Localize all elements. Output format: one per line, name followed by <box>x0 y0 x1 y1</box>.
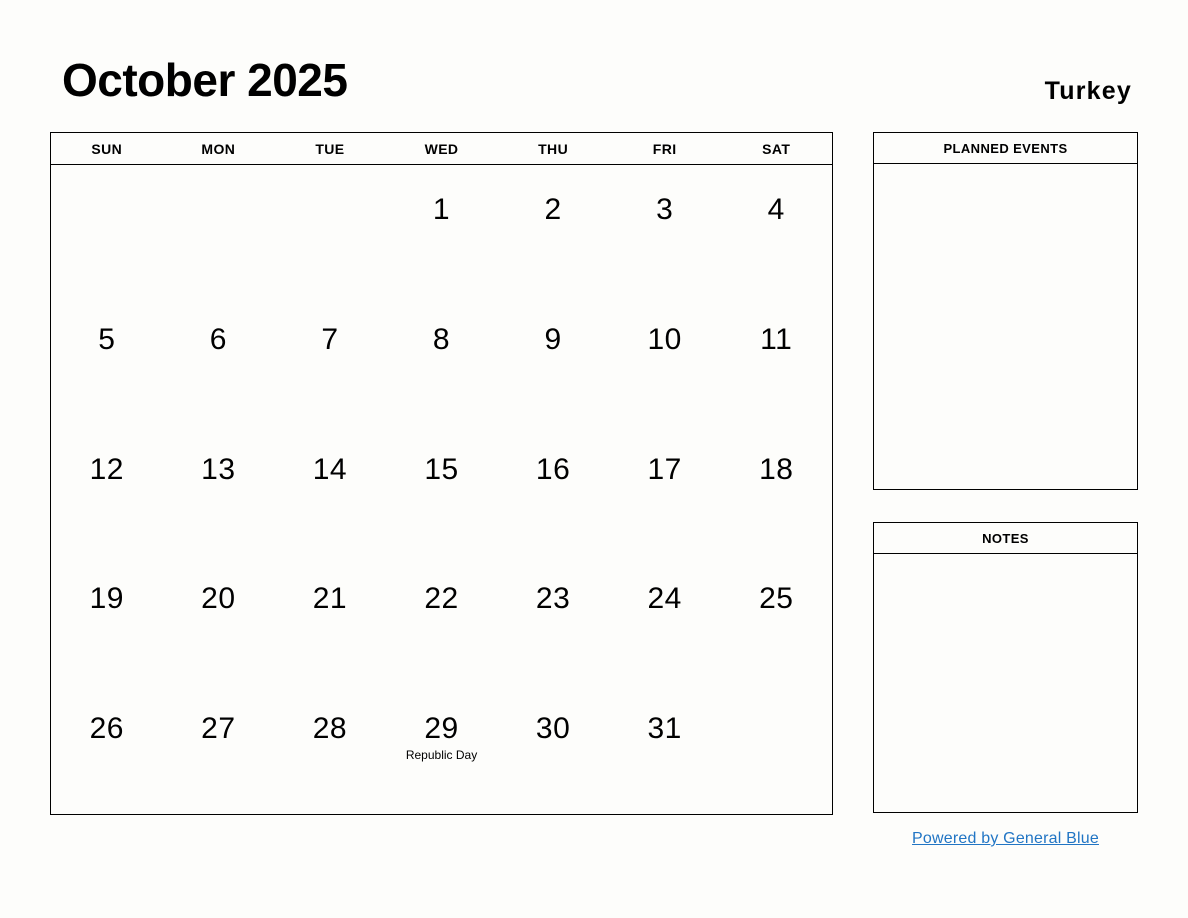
day-number: 26 <box>89 712 124 746</box>
day-cell[interactable]: 20 <box>163 554 275 684</box>
day-cell[interactable]: 30 <box>497 684 609 814</box>
day-cell[interactable]: 8 <box>386 295 498 425</box>
calendar-page: October 2025 Turkey SUN MON TUE WED THU FRI SA… <box>0 0 1188 918</box>
notes-panel: NOTES <box>873 522 1138 813</box>
day-cell[interactable]: 4 <box>720 165 832 295</box>
day-number: 22 <box>424 582 459 616</box>
day-number: 14 <box>312 452 348 486</box>
day-cell[interactable]: 7 <box>274 295 386 425</box>
weekday-header-sun: SUN <box>91 140 123 157</box>
day-number: 2 <box>544 193 562 226</box>
day-number: 7 <box>321 322 339 356</box>
day-number: 13 <box>201 452 236 486</box>
notes-title: NOTES <box>874 523 1137 554</box>
day-cell[interactable]: 23 <box>497 554 609 684</box>
day-number: 9 <box>544 322 562 356</box>
day-cell[interactable]: 11 <box>720 295 832 425</box>
day-number: 10 <box>647 322 682 356</box>
day-number: 1 <box>432 193 451 226</box>
day-cell[interactable]: 31 <box>609 684 721 814</box>
day-number: 23 <box>535 582 571 616</box>
day-cell[interactable]: 14 <box>274 425 386 555</box>
weekday-header-mon: MON <box>201 140 236 157</box>
day-cell[interactable]: 5 <box>51 295 163 425</box>
day-event-label: Republic Day <box>405 748 478 763</box>
day-number: 28 <box>312 712 348 746</box>
day-cell[interactable]: 17 <box>609 425 721 555</box>
weekday-header-tue: TUE <box>315 140 345 157</box>
day-number: 25 <box>759 582 794 616</box>
day-number: 6 <box>209 322 227 356</box>
notes-body[interactable] <box>874 554 1137 812</box>
day-number: 5 <box>98 322 116 356</box>
weekday-header-thu: THU <box>538 140 569 157</box>
day-number: 24 <box>647 582 682 616</box>
day-cell[interactable]: 21 <box>274 554 386 684</box>
day-number: 12 <box>89 452 124 486</box>
day-number: 29 <box>424 712 459 746</box>
calendar-grid: SUN MON TUE WED THU FRI SAT 1 2 3 4 5 6 7 8 9 10 11 12 13 1… <box>50 132 833 815</box>
day-cell[interactable]: 15 <box>386 425 498 555</box>
day-cell[interactable]: 26 <box>51 684 163 814</box>
day-number: 16 <box>535 452 571 486</box>
calendar-week-row: 5 6 7 8 9 10 11 <box>51 295 832 425</box>
day-cell[interactable]: 25 <box>720 554 832 684</box>
day-number: 4 <box>767 193 785 226</box>
day-number: 18 <box>759 452 794 486</box>
day-cell[interactable]: 3 <box>609 165 721 295</box>
weekday-header-wed: WED <box>424 140 459 157</box>
day-number: 19 <box>89 582 124 616</box>
day-cell[interactable]: 1 <box>386 165 498 295</box>
calendar-week-row: 12 13 14 15 16 17 18 <box>51 425 832 555</box>
calendar-week-row: 19 20 21 22 23 24 25 <box>51 554 832 684</box>
powered-by-link[interactable]: Powered by General Blue <box>873 830 1138 848</box>
day-cell[interactable]: 28 <box>274 684 386 814</box>
calendar-weeks: 1 2 3 4 5 6 7 8 9 10 11 12 13 14 15 16 17 18 19 20 21 22 23 24 2… <box>51 165 832 814</box>
day-cell[interactable]: 2 <box>497 165 609 295</box>
day-cell-empty <box>274 165 386 295</box>
day-cell[interactable]: 13 <box>163 425 275 555</box>
calendar-week-row: 1 2 3 4 <box>51 165 832 295</box>
day-cell[interactable]: 24 <box>609 554 721 684</box>
day-cell[interactable]: 18 <box>720 425 832 555</box>
planned-events-body[interactable] <box>874 164 1137 489</box>
day-cell[interactable]: 27 <box>163 684 275 814</box>
weekday-header-sat: SAT <box>762 140 791 157</box>
planned-events-title: PLANNED EVENTS <box>874 133 1137 164</box>
day-cell[interactable]: 16 <box>497 425 609 555</box>
planned-events-panel: PLANNED EVENTS <box>873 132 1138 490</box>
day-number: 15 <box>424 452 459 486</box>
day-cell[interactable]: 9 <box>497 295 609 425</box>
day-number: 31 <box>647 712 682 746</box>
page-title: October 2025 <box>62 54 348 106</box>
page-header: October 2025 Turkey <box>0 0 1188 128</box>
day-number: 21 <box>312 582 348 616</box>
day-number: 27 <box>201 712 236 746</box>
day-number: 20 <box>201 582 236 616</box>
day-cell[interactable]: 10 <box>609 295 721 425</box>
day-cell-empty <box>51 165 163 295</box>
day-number: 11 <box>760 322 793 356</box>
day-number: 8 <box>432 322 451 356</box>
day-cell[interactable]: 19 <box>51 554 163 684</box>
calendar-week-row: 26 27 28 29 Republic Day 30 31 <box>51 684 832 814</box>
day-cell[interactable]: 6 <box>163 295 275 425</box>
day-cell[interactable]: 12 <box>51 425 163 555</box>
day-cell[interactable]: 29 Republic Day <box>386 684 498 814</box>
weekday-header-row: SUN MON TUE WED THU FRI SAT <box>51 133 832 165</box>
day-number: 17 <box>647 452 682 486</box>
day-number: 30 <box>535 712 571 746</box>
day-number: 3 <box>656 193 674 226</box>
day-cell[interactable]: 22 <box>386 554 498 684</box>
weekday-header-fri: FRI <box>652 140 677 157</box>
country-label: Turkey <box>1044 77 1132 105</box>
day-cell-empty <box>720 684 832 814</box>
day-cell-empty <box>163 165 275 295</box>
